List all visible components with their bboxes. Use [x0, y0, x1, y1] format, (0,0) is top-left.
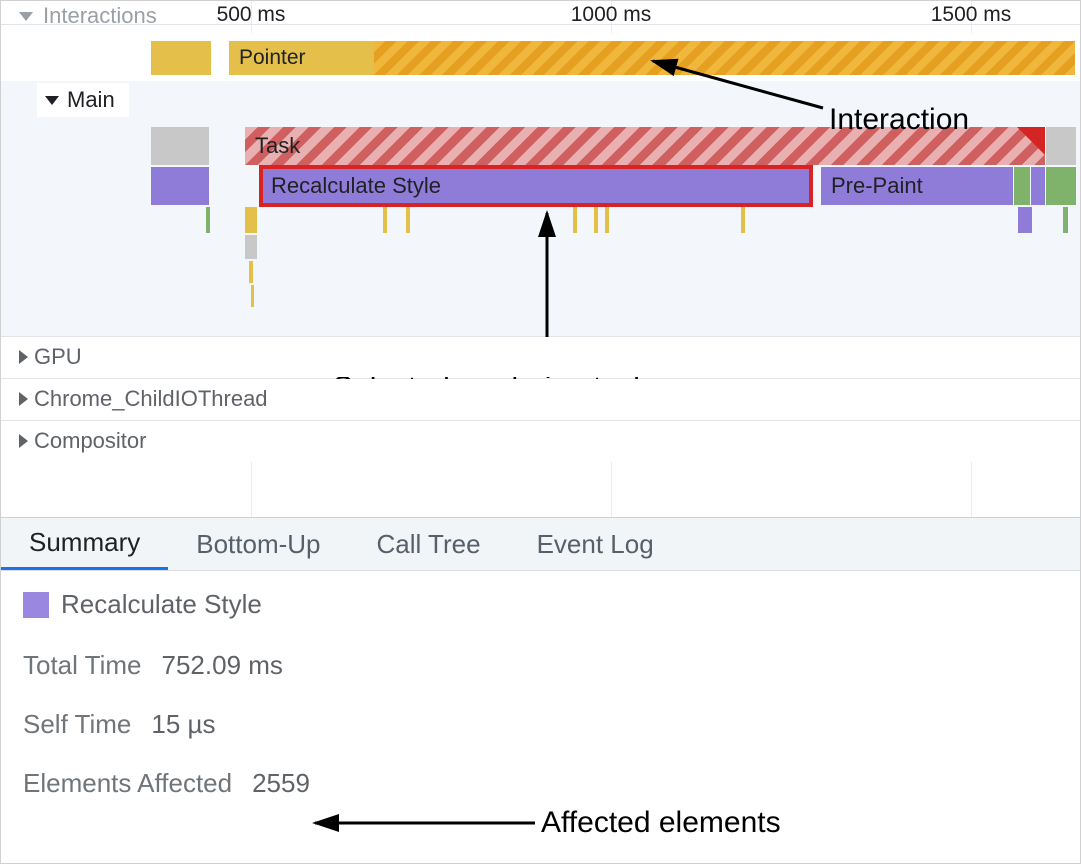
summary-label: Self Time [23, 709, 131, 740]
flame-block[interactable] [1063, 207, 1068, 233]
task-label: Task [255, 133, 300, 159]
flame-block[interactable] [251, 285, 254, 307]
time-ruler[interactable]: 500 ms 1000 ms 1500 ms [1, 1, 1080, 25]
flame-block[interactable] [605, 207, 609, 233]
flame-block[interactable] [245, 207, 257, 233]
flame-label: Recalculate Style [271, 173, 441, 199]
track-label: GPU [34, 344, 82, 370]
track-header-main[interactable]: Main [37, 83, 129, 117]
summary-row: Elements Affected 2559 [23, 768, 1058, 799]
performance-timeline[interactable]: 500 ms 1000 ms 1500 ms Interactions Poin… [1, 1, 1080, 517]
flame-block[interactable] [1014, 167, 1030, 205]
summary-label: Total Time [23, 650, 142, 681]
tab-summary[interactable]: Summary [1, 518, 168, 570]
flame-block[interactable] [406, 207, 410, 233]
flame-block-task[interactable]: Task [245, 127, 1045, 165]
track-label: Compositor [34, 428, 146, 454]
interaction-overflow [374, 41, 1075, 75]
flame-block[interactable] [206, 207, 210, 233]
flame-block[interactable] [151, 127, 209, 165]
ruler-tick: 1000 ms [571, 3, 652, 27]
gpu-track[interactable]: GPU [1, 336, 1080, 378]
compositor-track[interactable]: Compositor [1, 420, 1080, 462]
tab-bottom-up[interactable]: Bottom-Up [168, 518, 348, 570]
summary-panel: Recalculate Style Total Time 752.09 ms S… [1, 571, 1080, 845]
flame-block[interactable] [249, 261, 253, 283]
chevron-right-icon [19, 350, 28, 364]
interaction-event[interactable] [151, 41, 211, 75]
flame-block[interactable] [1018, 207, 1032, 233]
long-task-indicator [1017, 127, 1045, 155]
child-io-track[interactable]: Chrome_ChildIOThread [1, 378, 1080, 420]
summary-title: Recalculate Style [23, 589, 1058, 620]
flame-block[interactable] [151, 167, 209, 205]
flame-block[interactable] [1046, 167, 1076, 205]
detail-tabs: Summary Bottom-Up Call Tree Event Log [1, 517, 1080, 571]
tab-call-tree[interactable]: Call Tree [349, 518, 509, 570]
flame-block[interactable] [594, 207, 598, 233]
summary-label: Elements Affected [23, 768, 232, 799]
flame-block[interactable] [1046, 127, 1076, 165]
track-label: Main [67, 87, 115, 113]
summary-value: 752.09 ms [162, 650, 283, 681]
summary-event-name: Recalculate Style [61, 589, 262, 620]
interaction-label: Pointer [239, 46, 306, 70]
ruler-tick: 500 ms [217, 3, 286, 27]
flame-block-pre-paint[interactable]: Pre-Paint [821, 167, 1013, 205]
color-swatch-purple [23, 592, 49, 618]
interactions-track[interactable]: Pointer [1, 33, 1080, 81]
summary-row: Total Time 752.09 ms [23, 650, 1058, 681]
ruler-tick: 1500 ms [931, 3, 1012, 27]
summary-value: 15 µs [151, 709, 215, 740]
flame-block[interactable] [1031, 167, 1045, 205]
flame-block[interactable] [383, 207, 387, 233]
track-label: Interactions [43, 3, 157, 29]
flame-block[interactable] [245, 235, 257, 259]
chevron-down-icon [45, 96, 59, 105]
chevron-right-icon [19, 434, 28, 448]
tab-event-log[interactable]: Event Log [509, 518, 682, 570]
flame-block[interactable] [573, 207, 577, 233]
flame-block[interactable] [741, 207, 745, 233]
chevron-down-icon [19, 12, 33, 21]
chevron-right-icon [19, 392, 28, 406]
main-thread-track[interactable]: Main Task Recalculate Style Pre-Paint [1, 81, 1080, 336]
track-label: Chrome_ChildIOThread [34, 386, 268, 412]
interaction-event-pointer[interactable]: Pointer [229, 41, 374, 75]
flame-label: Pre-Paint [831, 173, 923, 199]
flame-block-recalculate-style[interactable]: Recalculate Style [261, 167, 811, 205]
summary-row: Self Time 15 µs [23, 709, 1058, 740]
summary-value: 2559 [252, 768, 310, 799]
